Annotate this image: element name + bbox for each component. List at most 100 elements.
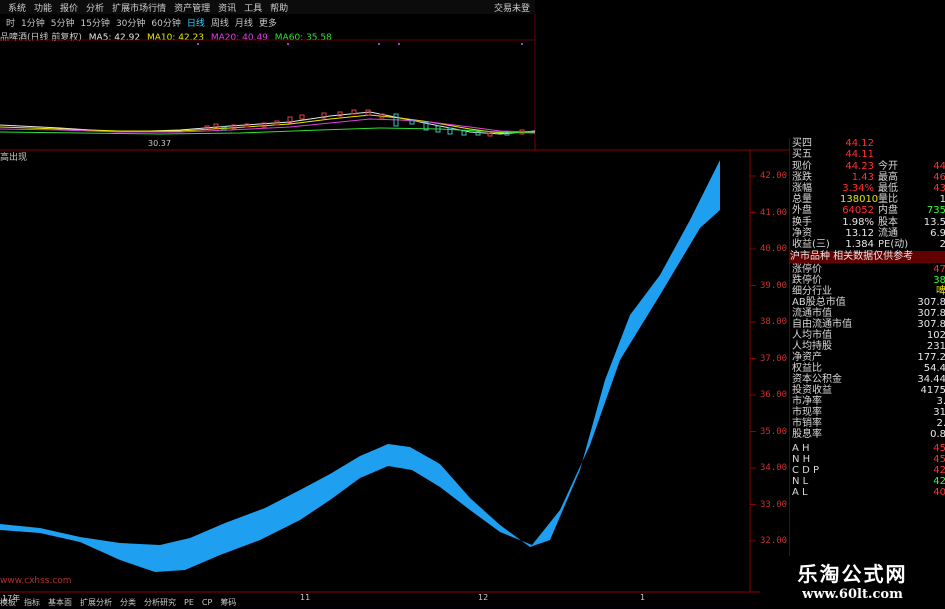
indicator-value: 45 xyxy=(933,454,945,465)
quote-value: 44.23 xyxy=(845,161,874,172)
main-grid xyxy=(0,140,789,593)
quote-row: 买四 44.12 xyxy=(790,138,945,149)
bottom-tab[interactable]: 基本面 xyxy=(48,597,72,608)
quote-row: 涨幅 3.34% 最低 43 xyxy=(790,183,945,194)
fund-label: 投资收益 xyxy=(792,385,832,396)
quote-label: 内盘 xyxy=(878,205,898,216)
fund-label: 股息率 xyxy=(792,429,822,440)
fund-label: 净资产 xyxy=(792,352,822,363)
indicator-row: A L 40 xyxy=(790,487,945,498)
bottom-tab[interactable]: PE xyxy=(184,598,194,607)
quote-row: 收益(三) 1.384 PE(动) 2 xyxy=(790,239,945,250)
bottom-tab[interactable]: 模板 xyxy=(0,597,16,608)
fund-value: 307.8 xyxy=(917,319,945,330)
indicator-value: 45 xyxy=(933,443,945,454)
bottom-tab[interactable]: 筹码 xyxy=(220,597,236,608)
candle xyxy=(447,127,453,135)
fund-value: 38 xyxy=(933,275,945,286)
bottom-tab[interactable]: 指标 xyxy=(24,597,40,608)
indicator-label: C D P xyxy=(792,465,820,476)
fund-value: 54.4 xyxy=(923,363,945,374)
fund-row: 跌停价 38 xyxy=(790,275,945,286)
fund-row: 细分行业 啤 xyxy=(790,286,945,297)
bottom-tab[interactable]: CP xyxy=(202,598,212,607)
top-kline-strip xyxy=(0,109,536,137)
fund-label: 资本公积金 xyxy=(792,374,842,385)
price-scale-label: 39.00 xyxy=(760,280,788,291)
quote-label: 买五 xyxy=(792,149,812,160)
fund-row: 权益比 54.4 xyxy=(790,363,945,374)
fund-label: 市现率 xyxy=(792,407,822,418)
quote-value: 138010 xyxy=(840,194,879,205)
fund-label: 跌停价 xyxy=(792,275,822,286)
fund-value: 3. xyxy=(936,396,945,407)
fund-value: 34.44 xyxy=(917,374,945,385)
candle xyxy=(204,125,210,132)
fund-value: 2. xyxy=(936,418,945,429)
quote-label: 股本 xyxy=(878,217,898,228)
fund-value: 0.8 xyxy=(930,429,945,440)
quote-label: 换手 xyxy=(792,217,812,228)
fund-label: 权益比 xyxy=(792,363,822,374)
indicator-row: A H 45 xyxy=(790,443,945,454)
fund-row: 人均持股 231 xyxy=(790,341,945,352)
bottom-tab[interactable]: 分类 xyxy=(120,597,136,608)
quote-row: 外盘 64052 内盘 735 xyxy=(790,205,945,216)
fund-label: 自由流通市值 xyxy=(792,319,852,330)
quote-label: 最低 xyxy=(878,183,898,194)
quote-value: 1.98% xyxy=(842,217,874,228)
sub-chart-label: 高出现 xyxy=(0,153,28,163)
quote-row: 换手 1.98% 股本 13.5 xyxy=(790,217,945,228)
fund-row: AB股总市值 307.8 xyxy=(790,297,945,308)
indicator-row: N H 45 xyxy=(790,454,945,465)
quote-label: 外盘 xyxy=(792,205,812,216)
bottom-tab-bar: 模板 指标 基本面 扩展分析 分类 分析研究 PE CP 筹码 xyxy=(0,596,500,609)
quote-section-header: 沪市品种 相关数据仅供参考 xyxy=(790,251,945,263)
fund-row: 市现率 31 xyxy=(790,407,945,418)
quote-label: 总量 xyxy=(792,194,812,205)
quote-value: 43 xyxy=(933,183,945,194)
fund-label: 人均市值 xyxy=(792,330,832,341)
indicator-label: A L xyxy=(792,487,808,498)
quote-row: 买五 44.11 xyxy=(790,149,945,160)
fund-row: 流通市值 307.8 xyxy=(790,308,945,319)
fund-row: 自由流通市值 307.8 xyxy=(790,319,945,330)
indicator-value: 42 xyxy=(933,476,945,487)
fund-row: 市销率 2. xyxy=(790,418,945,429)
quote-value: 13.12 xyxy=(845,228,874,239)
candle xyxy=(475,131,481,136)
price-scale-label: 35.00 xyxy=(760,426,788,437)
fund-label: 市销率 xyxy=(792,418,822,429)
fund-label: AB股总市值 xyxy=(792,297,846,308)
indicator-row: N L 42 xyxy=(790,476,945,487)
quote-label: 收益(三) xyxy=(792,239,830,250)
quote-row: 现价 44.23 今开 44 xyxy=(790,161,945,172)
quote-label: 买四 xyxy=(792,138,812,149)
quote-label: 流通 xyxy=(878,228,898,239)
candle xyxy=(487,132,493,137)
fund-value: 31 xyxy=(933,407,945,418)
fund-value: 102 xyxy=(926,330,945,341)
candle xyxy=(244,123,250,128)
quote-value: 6.9 xyxy=(930,228,945,239)
price-scale-label: 33.00 xyxy=(760,499,788,510)
quote-value: 2 xyxy=(939,239,945,250)
quote-value: 46 xyxy=(933,172,945,183)
quote-value: 44.11 xyxy=(845,149,874,160)
fund-row: 资本公积金 34.44 xyxy=(790,374,945,385)
fund-row: 市净率 3. xyxy=(790,396,945,407)
fund-label: 市净率 xyxy=(792,396,822,407)
quote-label: 最高 xyxy=(878,172,898,183)
price-scale-label: 34.00 xyxy=(760,463,788,473)
bottom-tab[interactable]: 扩展分析 xyxy=(80,597,112,608)
top-chart-low-label: 30.37 xyxy=(148,139,171,148)
source-watermark: www.cxhss.com xyxy=(0,576,72,586)
quote-row: 涨跌 1.43 最高 46 xyxy=(790,172,945,183)
fund-label: 流通市值 xyxy=(792,308,832,319)
ma-markers xyxy=(197,43,523,45)
quote-label: 量比 xyxy=(878,194,898,205)
bottom-tab[interactable]: 分析研究 xyxy=(144,597,176,608)
fund-label: 涨停价 xyxy=(792,264,822,275)
quote-value: 1 xyxy=(939,194,945,205)
fund-label: 细分行业 xyxy=(792,286,832,297)
